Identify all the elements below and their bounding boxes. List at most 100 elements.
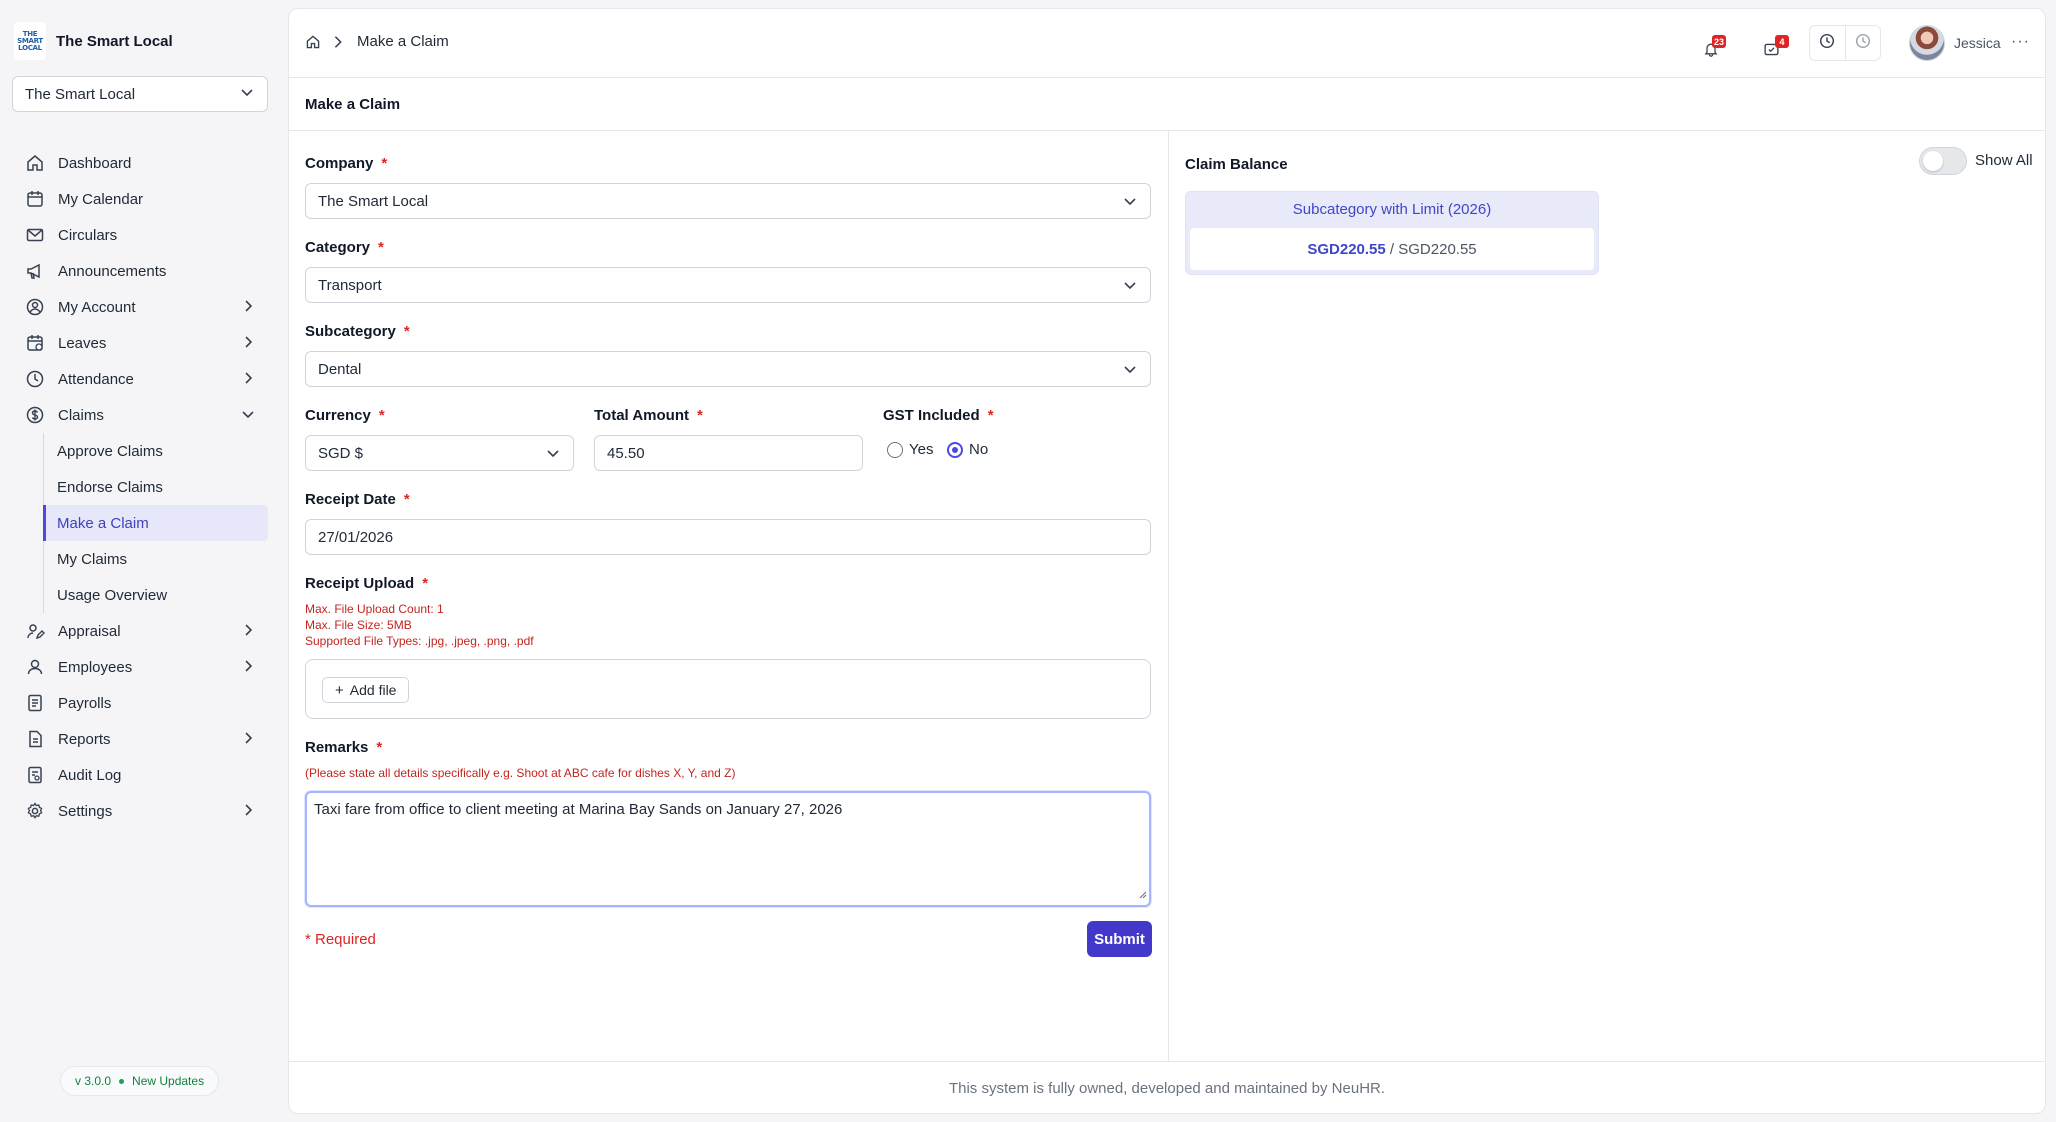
submit-button[interactable]: Submit [1087, 921, 1152, 957]
sidebar-item-label: My Calendar [58, 190, 144, 208]
sidebar-item-my-account[interactable]: My Account [0, 289, 284, 325]
brand[interactable]: THE SMART LOCAL The Smart Local [14, 22, 173, 60]
submenu-item-make-a-claim[interactable]: Make a Claim [43, 505, 268, 541]
remarks-label: Remarks * [305, 739, 382, 756]
gst-no-label: No [969, 441, 989, 458]
required-asterisk: * [403, 491, 410, 508]
sidebar-item-my-calendar[interactable]: My Calendar [0, 181, 284, 217]
sidebar-item-label: Announcements [58, 262, 167, 280]
chevron-right-icon [240, 298, 256, 318]
claim-balance-title: Claim Balance [1185, 156, 1288, 173]
subcategory-label-text: Subcategory [305, 323, 396, 340]
upload-hint-size: Max. File Size: 5MB [305, 618, 412, 632]
active-indicator [43, 505, 46, 541]
total-amount-input[interactable]: 45.50 [594, 435, 863, 471]
sidebar-item-label: Leaves [58, 334, 107, 352]
breadcrumb: Make a Claim [305, 33, 449, 50]
upload-dropzone[interactable]: + Add file [305, 659, 1151, 719]
home-icon[interactable] [305, 34, 321, 50]
subcategory-select[interactable]: Dental [305, 351, 1151, 387]
gear-icon [24, 800, 46, 822]
sidebar-item-audit-log[interactable]: Audit Log [0, 757, 284, 793]
sidebar-item-leaves[interactable]: Leaves [0, 325, 284, 361]
submenu-item-approve-claims[interactable]: Approve Claims [44, 433, 268, 469]
chevron-right-icon [240, 658, 256, 678]
sidebar: THE SMART LOCAL The Smart Local The Smar… [0, 0, 284, 1122]
notifications-button[interactable]: 23 [1703, 35, 1733, 65]
sidebar-item-claims[interactable]: Claims [0, 397, 284, 433]
company-switcher[interactable]: The Smart Local [12, 76, 268, 112]
add-file-label: Add file [349, 682, 397, 698]
clock-out-button[interactable] [1844, 26, 1881, 60]
remarks-label-text: Remarks [305, 739, 369, 756]
show-all-toggle[interactable] [1919, 147, 1967, 175]
sidebar-item-attendance[interactable]: Attendance [0, 361, 284, 397]
status-dot [119, 1078, 125, 1084]
gst-yes-radio[interactable] [887, 441, 903, 458]
submenu-item-my-claims[interactable]: My Claims [44, 541, 268, 577]
calendar-icon [24, 188, 46, 210]
clock-in-button[interactable] [1810, 26, 1845, 60]
currency-select[interactable]: SGD $ [305, 435, 574, 471]
currency-label: Currency * [305, 407, 385, 424]
clock-icon [24, 368, 46, 390]
chevron-down-icon [1122, 193, 1138, 209]
gst-label: GST Included * [883, 407, 994, 424]
gst-no-option[interactable]: No [947, 441, 988, 458]
chevron-down-icon [239, 84, 255, 104]
balance-card-body: SGD220.55 / SGD220.55 [1190, 228, 1594, 270]
sidebar-item-dashboard[interactable]: Dashboard [0, 145, 284, 181]
tasks-button[interactable]: 4 [1763, 35, 1793, 65]
resize-handle-icon[interactable] [1137, 886, 1147, 903]
mail-icon [24, 224, 46, 246]
claims-submenu: Approve Claims Endorse Claims Make a Cla… [43, 433, 284, 613]
sidebar-item-label: Employees [58, 658, 133, 676]
sidebar-item-settings[interactable]: Settings [0, 793, 284, 829]
company-select[interactable]: The Smart Local [305, 183, 1151, 219]
amount-label: Total Amount * [594, 407, 703, 424]
receipt-date-input[interactable]: 27/01/2026 [305, 519, 1151, 555]
remarks-hint: (Please state all details specifically e… [305, 766, 736, 780]
avatar[interactable] [1909, 25, 1945, 61]
upload-hint-types: Supported File Types: .jpg, .jpeg, .png,… [305, 634, 534, 648]
sidebar-item-payrolls[interactable]: Payrolls [0, 685, 284, 721]
page-title-bar: Make a Claim [289, 78, 2045, 131]
user-name[interactable]: Jessica [1954, 35, 2001, 51]
balance-card: Subcategory with Limit (2026) SGD220.55 … [1185, 191, 1599, 275]
company-switcher-value: The Smart Local [25, 85, 136, 103]
user-circle-icon [24, 296, 46, 318]
clock-out-icon [1854, 32, 1872, 54]
submenu-item-usage-overview[interactable]: Usage Overview [44, 577, 268, 613]
submenu-item-label: My Claims [57, 550, 127, 568]
version-badge[interactable]: v 3.0.0 New Updates [60, 1066, 220, 1096]
remarks-textarea[interactable]: Taxi fare from office to client meeting … [305, 791, 1151, 907]
gst-yes-option[interactable]: Yes [887, 441, 933, 458]
submenu-item-label: Endorse Claims [57, 478, 163, 496]
chevron-down-icon [1122, 361, 1138, 377]
category-select[interactable]: Transport [305, 267, 1151, 303]
required-asterisk: * [422, 575, 429, 592]
add-file-button[interactable]: + Add file [322, 677, 410, 703]
more-options-icon[interactable]: ··· [2011, 33, 2030, 51]
submenu-item-endorse-claims[interactable]: Endorse Claims [44, 469, 268, 505]
required-asterisk: * [376, 739, 383, 756]
currency-label-text: Currency [305, 407, 371, 424]
gst-no-radio[interactable] [947, 441, 963, 458]
chevron-down-icon [1122, 277, 1138, 293]
sidebar-item-employees[interactable]: Employees [0, 649, 284, 685]
brand-name: The Smart Local [56, 32, 173, 50]
balance-card-title: Subcategory with Limit (2026) [1292, 200, 1492, 218]
sidebar-item-reports[interactable]: Reports [0, 721, 284, 757]
sidebar-item-appraisal[interactable]: Appraisal [0, 613, 284, 649]
sidebar-item-circulars[interactable]: Circulars [0, 217, 284, 253]
home-icon [24, 152, 46, 174]
version-number: v 3.0.0 [75, 1074, 112, 1088]
category-label: Category * [305, 239, 384, 256]
receipt-date-value: 27/01/2026 [318, 528, 394, 546]
sidebar-item-announcements[interactable]: Announcements [0, 253, 284, 289]
chevron-right-icon [240, 370, 256, 390]
sidebar-nav: Dashboard My Calendar Circulars Announce… [0, 145, 284, 829]
required-asterisk: * [403, 323, 410, 340]
main-panel: Make a Claim 23 4 Jessica ··· Make a Cla… [288, 8, 2046, 1114]
sidebar-item-label: Audit Log [58, 766, 122, 784]
